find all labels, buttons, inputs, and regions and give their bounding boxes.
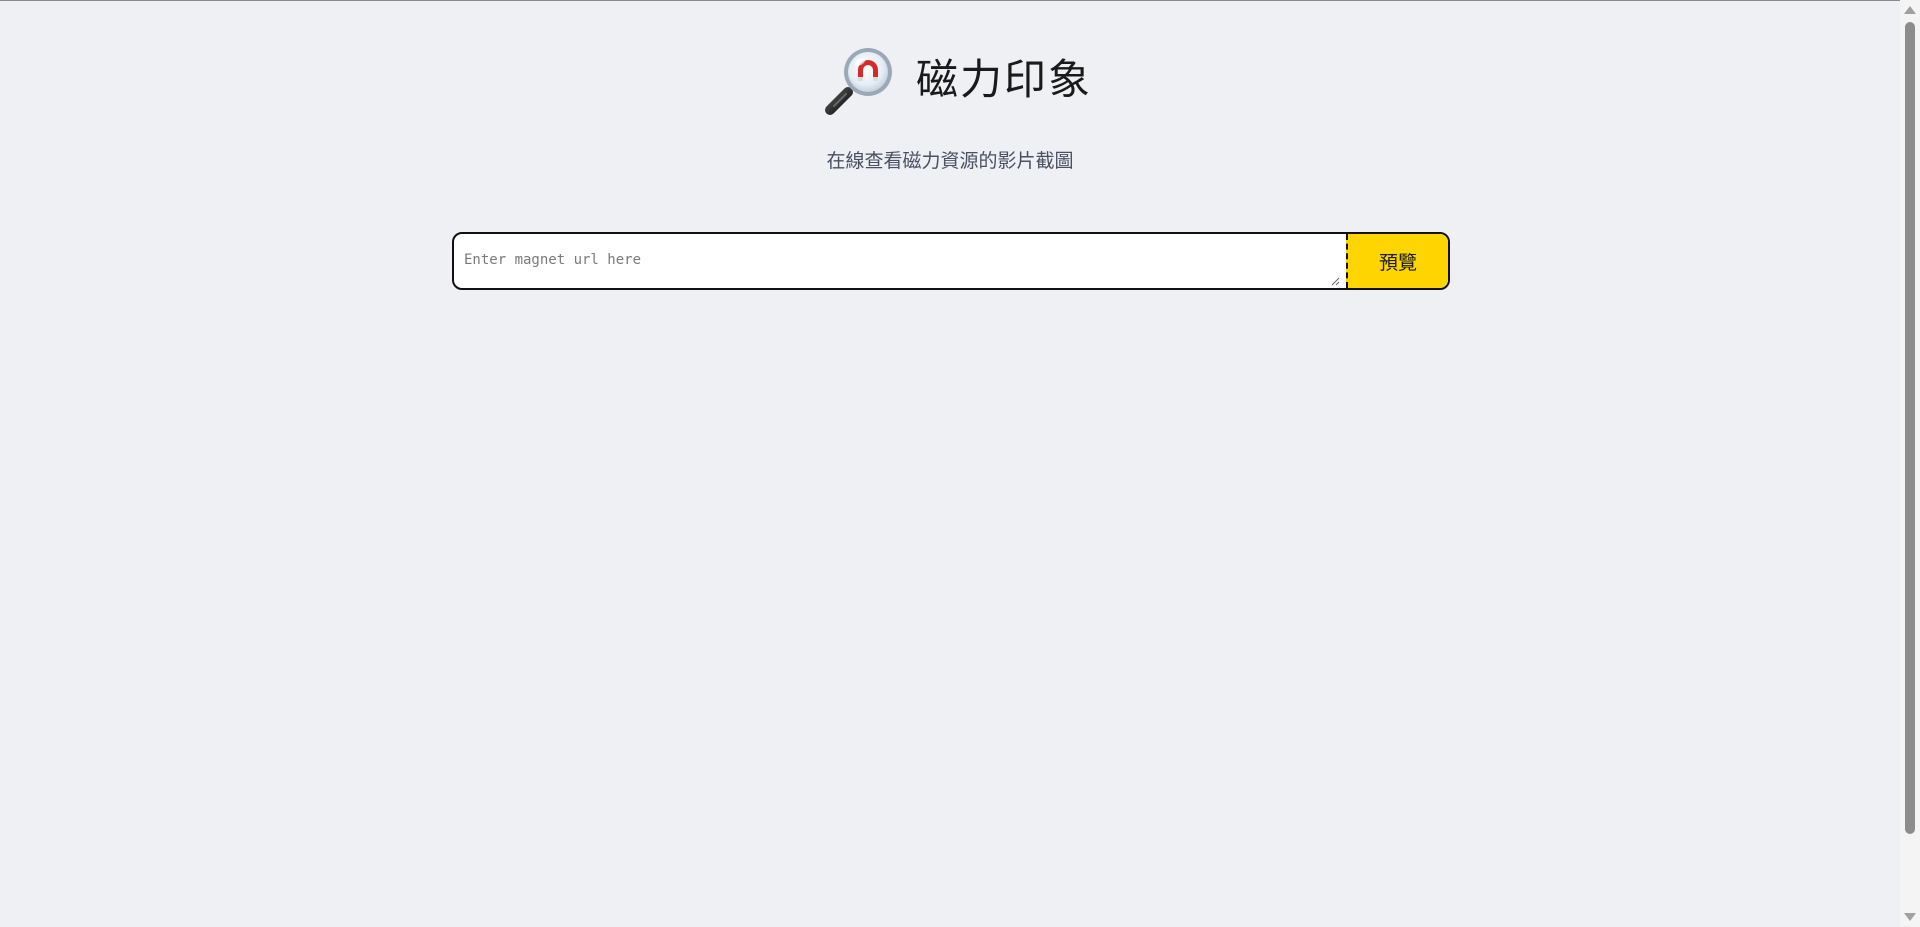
scroll-up-arrow-icon[interactable]: [1904, 6, 1916, 14]
magnet-magnifier-icon: [825, 48, 892, 115]
top-divider: [0, 0, 1900, 1]
vertical-scrollbar[interactable]: [1900, 0, 1920, 927]
magnet-url-input[interactable]: [454, 234, 1346, 288]
app-title: 磁力印象: [916, 55, 1093, 104]
app-subtitle: 在線查看磁力資源的影片截圖: [826, 150, 1074, 172]
preview-button[interactable]: 預覽: [1346, 234, 1448, 288]
scrollbar-thumb[interactable]: [1905, 22, 1915, 834]
page: 磁力印象 在線查看磁力資源的影片截圖 預覽: [0, 0, 1900, 927]
magnet-search-form: 預覽: [452, 232, 1450, 290]
scroll-down-arrow-icon[interactable]: [1904, 913, 1916, 921]
brand-header: 磁力印象: [820, 40, 1092, 120]
